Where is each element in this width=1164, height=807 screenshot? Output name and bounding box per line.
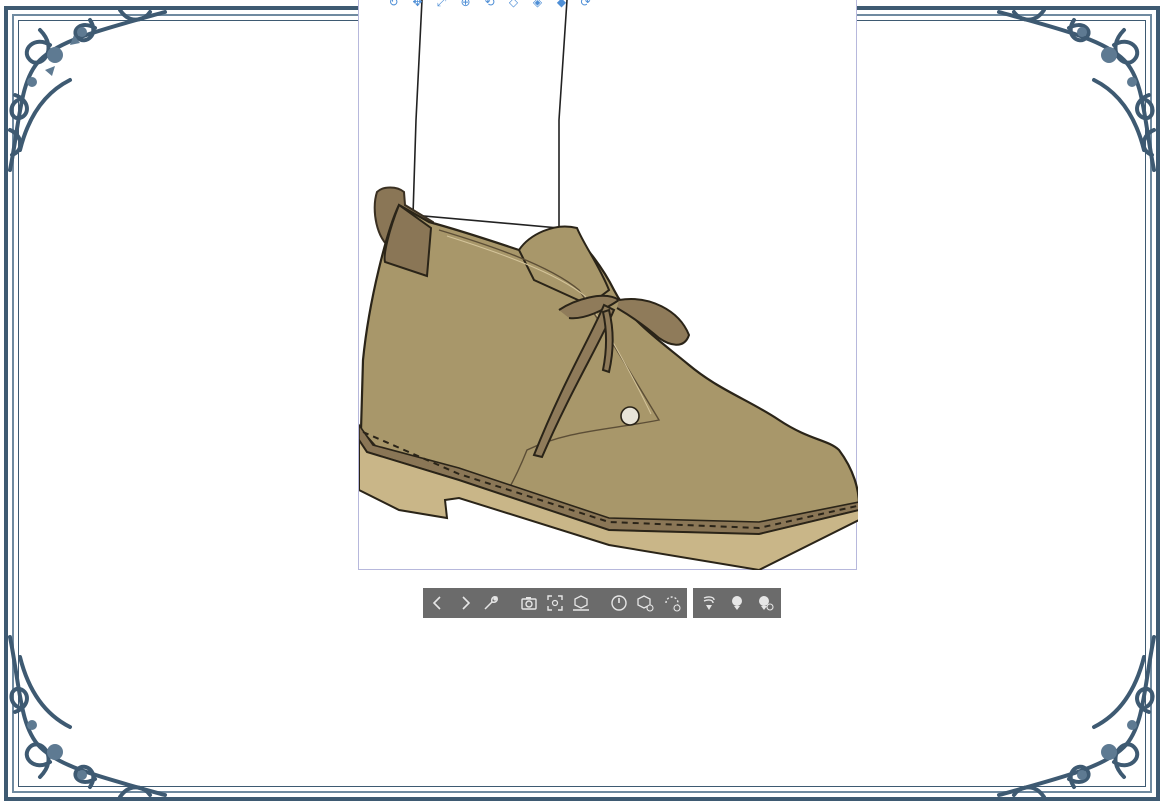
- camera-icon[interactable]: [517, 591, 539, 615]
- leg-outline: [412, 0, 568, 229]
- frame-corner-ornament: [8, 635, 167, 799]
- scale-object-icon[interactable]: ◇: [504, 0, 523, 9]
- reset-rotate-icon[interactable]: [661, 591, 683, 615]
- light-source-icon[interactable]: [697, 591, 721, 615]
- frame-corner-ornament: [997, 635, 1156, 799]
- control-bar-group-main: [423, 588, 687, 618]
- light-icon[interactable]: [725, 591, 749, 615]
- boot-3d-model[interactable]: [359, 0, 858, 570]
- reset-angle-icon[interactable]: [608, 591, 630, 615]
- frame-corner-ornament: [997, 8, 1156, 172]
- rotate-object-icon[interactable]: ⟲: [480, 0, 499, 9]
- object-rotate-icon[interactable]: [634, 591, 656, 615]
- move-icon[interactable]: ⤢: [432, 0, 451, 9]
- light-settings-icon[interactable]: [753, 591, 777, 615]
- camera-rotate-icon[interactable]: ↻: [384, 0, 403, 9]
- wrench-icon[interactable]: [480, 591, 502, 615]
- reset-object-icon[interactable]: ◈: [528, 0, 547, 9]
- layer-object-icon[interactable]: ◆: [552, 0, 571, 9]
- ground-icon[interactable]: [570, 591, 592, 615]
- boot-eyelet: [620, 406, 640, 426]
- previous-icon[interactable]: [427, 591, 449, 615]
- object-launcher-toolbar: ↻ ✥ ⤢ ⊕ ⟲ ◇ ◈ ◆ ⟳: [384, 0, 595, 10]
- pan-icon[interactable]: ✥: [408, 0, 427, 9]
- undo-rotate-icon[interactable]: ⟳: [576, 0, 595, 9]
- canvas-3d-area[interactable]: [358, 0, 858, 570]
- frame-corner-ornament: [8, 8, 167, 172]
- fit-view-icon[interactable]: [544, 591, 566, 615]
- control-bar-group-lighting: [693, 588, 781, 618]
- object-control-bar: [423, 588, 781, 618]
- next-icon[interactable]: [453, 591, 475, 615]
- xy-plane-move-icon[interactable]: ⊕: [456, 0, 475, 9]
